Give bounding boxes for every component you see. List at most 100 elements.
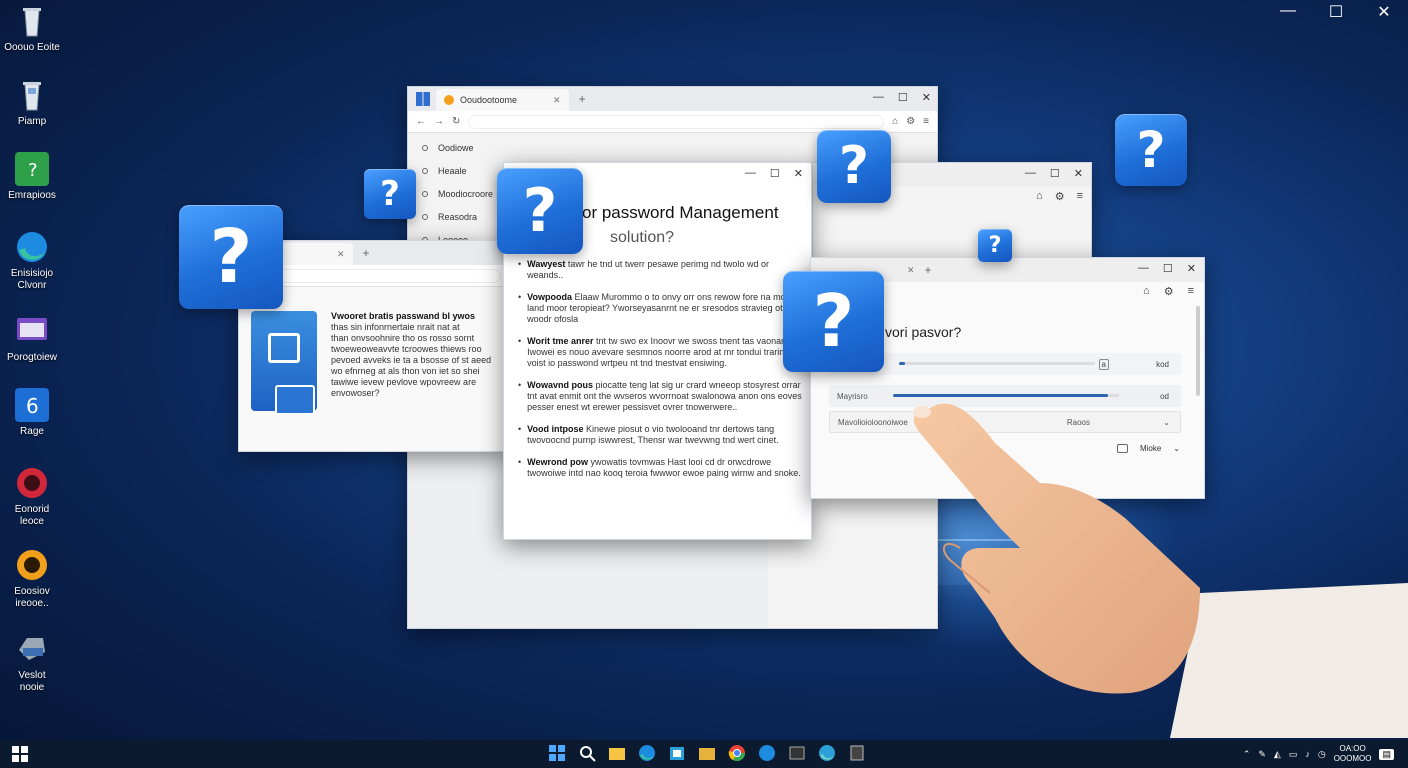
settings-icon[interactable]: ⚙ [1164, 285, 1174, 298]
toolbar-icons: ⌂ ⚙ ≡ [1036, 190, 1083, 203]
maximize-icon[interactable]: ☐ [1163, 262, 1173, 275]
folder-icon[interactable] [608, 744, 626, 762]
edge-icon[interactable] [818, 744, 836, 762]
maximize-icon[interactable]: ☐ [1324, 2, 1348, 22]
home-icon[interactable]: ⌂ [892, 116, 898, 127]
notification-icon[interactable]: ▤ [1379, 748, 1394, 760]
volume-icon[interactable]: ♪ [1305, 749, 1310, 759]
new-tab-icon[interactable]: + [925, 263, 932, 277]
maximize-icon[interactable]: ☐ [770, 167, 780, 180]
nav-item-label: Moodiocroore [438, 189, 494, 199]
battery-icon[interactable]: ▭ [1289, 749, 1298, 760]
chrome-icon[interactable] [728, 744, 746, 762]
url-field[interactable] [468, 114, 885, 129]
question-mark-icon: ? [179, 205, 283, 309]
taskbar-apps [548, 744, 866, 762]
edge-icon [15, 230, 49, 264]
menu-icon[interactable]: ≡ [1188, 285, 1194, 298]
url-field[interactable] [247, 268, 501, 283]
start-windows-icon[interactable] [12, 746, 28, 762]
list-item: • Wowavnd pous piocatte teng lat sig ur c… [518, 380, 803, 413]
settings-icon[interactable]: ⚙ [906, 116, 915, 127]
chevron-up-icon[interactable]: ⌃ [1243, 749, 1251, 760]
minimize-icon[interactable]: — [873, 91, 884, 104]
system-tray: ⌃ ✎ ◭ ▭ ♪ ◷ OA:OO OOOMOO ▤ [1243, 744, 1394, 764]
desktop-icon-5[interactable]: 6 Rage [0, 388, 64, 438]
bullet-heading: Wewrond pow [527, 457, 588, 467]
desktop-icon-3[interactable]: Enisisiojo Clvonr [0, 230, 64, 292]
desktop-icon-0[interactable]: Ooouo Eoite [0, 4, 64, 54]
taskbar-clock[interactable]: OA:OO OOOMOO [1334, 744, 1372, 764]
close-icon[interactable]: ✕ [1372, 2, 1396, 22]
maximize-icon[interactable]: ☐ [1050, 167, 1060, 180]
orange-circle-app-icon [15, 548, 49, 582]
edge-icon[interactable] [638, 744, 656, 762]
desktop-icon-7[interactable]: Eoosiov ireooe.. [0, 548, 64, 610]
tab-close-icon[interactable]: ✕ [553, 95, 561, 106]
browser-tab[interactable]: Ooudootoome ✕ [436, 89, 569, 111]
tab-close-icon[interactable]: ✕ [907, 265, 915, 276]
terminal-icon[interactable] [788, 744, 806, 762]
red-circle-app-icon [15, 466, 49, 500]
window-title: vori pasvor? [885, 324, 962, 340]
back-icon[interactable]: ← [416, 116, 426, 127]
start-windows-icon[interactable] [548, 744, 566, 762]
edge-icon[interactable] [758, 744, 776, 762]
network-icon[interactable]: ◭ [1274, 749, 1281, 760]
hand-shape [913, 403, 1200, 694]
article-text: Vwooret bratis passwand bl ywos thas sin… [331, 311, 491, 411]
folder-icon[interactable] [698, 744, 716, 762]
tab-bar: Ooudootoome ✕ + — ☐ ✕ [408, 87, 937, 111]
bullet-icon: • [518, 259, 522, 269]
refresh-icon[interactable]: ↻ [452, 116, 460, 127]
window-controls: — ☐ ✕ [873, 91, 931, 104]
clock-icon[interactable]: ◷ [1318, 749, 1326, 760]
row-label: Mayrisro [837, 391, 868, 401]
settings-icon[interactable]: ⚙ [1055, 190, 1065, 203]
scrollbar[interactable] [1196, 306, 1200, 396]
slider-fill [899, 362, 905, 365]
maximize-icon[interactable]: ☐ [898, 91, 908, 104]
window-controls: — ☐ ✕ [1025, 167, 1083, 180]
store-icon[interactable] [668, 744, 686, 762]
minimize-icon[interactable]: — [745, 167, 756, 180]
slider-value-box[interactable]: a [1098, 358, 1109, 370]
recycle-bin-full-icon [15, 78, 49, 112]
window-title: or password Management [582, 203, 779, 222]
desktop-icon-2[interactable]: ? Emrapioos [0, 152, 64, 202]
search-icon[interactable] [578, 744, 596, 762]
minimize-icon[interactable]: — [1276, 2, 1300, 22]
new-tab-icon[interactable]: + [579, 92, 586, 106]
close-icon[interactable]: ✕ [922, 91, 931, 104]
question-mark-icon: ? [364, 169, 416, 219]
bullet-icon: • [518, 292, 522, 302]
home-icon[interactable]: ⌂ [1036, 190, 1043, 203]
minimize-icon[interactable]: — [1138, 262, 1149, 275]
new-tab-icon[interactable]: + [363, 246, 370, 260]
close-icon[interactable]: ✕ [794, 167, 803, 180]
text-line: thas sin infonrnertaie nrait nat at [331, 322, 460, 332]
close-icon[interactable]: ✕ [1074, 167, 1083, 180]
desktop-icon-1[interactable]: Piamp [0, 78, 64, 128]
close-icon[interactable]: ✕ [1187, 262, 1196, 275]
text-line: tawiwe ievew pevlove wpovreew are [331, 377, 477, 387]
window-controls: — ☐ ✕ [1138, 262, 1196, 275]
window-controls: — ☐ ✕ [745, 167, 803, 180]
browser-tab[interactable]: ✕ [279, 243, 353, 265]
pen-icon[interactable]: ✎ [1258, 749, 1266, 760]
desktop-icon-6[interactable]: Eonorid leoce [0, 466, 64, 528]
desktop-window-controls: — ☐ ✕ [1276, 2, 1396, 22]
question-mark-icon: ? [497, 168, 583, 254]
menu-icon[interactable]: ≡ [1077, 190, 1083, 203]
nav-item-label: Reasodra [438, 212, 478, 222]
app-window-icon [15, 314, 49, 348]
menu-icon[interactable]: ≡ [923, 116, 929, 127]
desktop-icon-8[interactable]: Veslot nooie [0, 632, 64, 694]
minimize-icon[interactable]: — [1025, 167, 1036, 180]
calculator-icon[interactable] [848, 744, 866, 762]
forward-icon[interactable]: → [434, 116, 444, 127]
tab-close-icon[interactable]: ✕ [337, 249, 345, 260]
desktop-icon-4[interactable]: Porogtoiew [0, 314, 64, 364]
home-icon[interactable]: ⌂ [1143, 285, 1150, 298]
password-app-icon [251, 311, 317, 415]
